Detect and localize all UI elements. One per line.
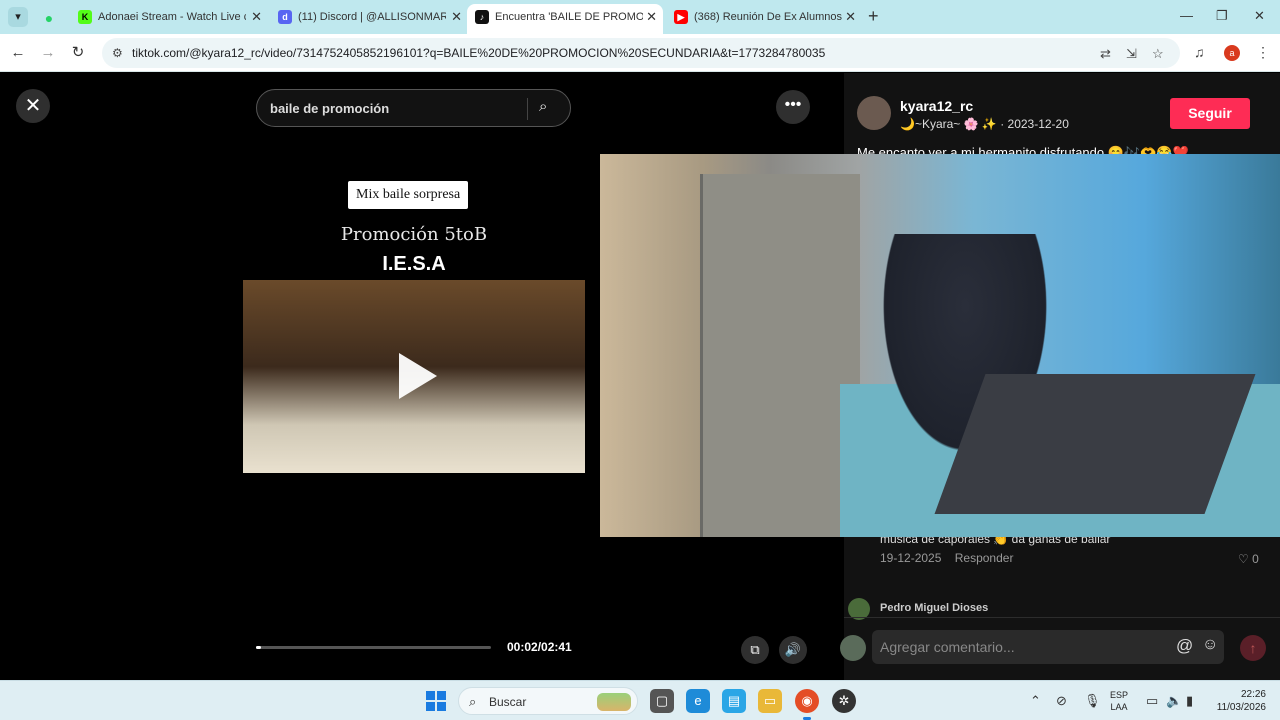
author-nickname: 🌙~Kyara~ 🌸 ✨ · 2023-12-20 bbox=[900, 117, 1069, 131]
taskbar-search[interactable]: ⌕ Buscar bbox=[458, 687, 638, 715]
my-avatar bbox=[840, 635, 866, 661]
tab-label: (368) Reunión De Ex Alumnos - bbox=[694, 11, 842, 23]
taskbar: ⌕ Buscar ▢ e ▤ ▭ ◉ ✲ ⌃ ⊘ 🎙 ESP LAA ▭ 🔈 ▮… bbox=[0, 680, 1280, 720]
picture-in-picture-video[interactable] bbox=[600, 154, 1280, 537]
tab-search-button[interactable]: ▾ bbox=[8, 7, 28, 27]
site-info-icon[interactable]: ⚙ bbox=[112, 46, 123, 60]
search-icon[interactable]: ⌕ bbox=[539, 98, 547, 115]
reply-button[interactable]: Responder bbox=[955, 551, 1014, 565]
tab-label: Adonaei Stream - Watch Live c bbox=[98, 11, 246, 23]
task-view-icon[interactable]: ▢ bbox=[650, 689, 674, 713]
comment-like[interactable]: ♡ 0 bbox=[1238, 552, 1259, 566]
tiktok-icon: ♪ bbox=[475, 10, 489, 24]
video-time: 00:02/02:41 bbox=[507, 640, 572, 654]
search-query: baile de promoción bbox=[270, 101, 390, 116]
video-promo-text: Promoción 5toB bbox=[340, 224, 488, 245]
tab-label: (11) Discord | @ALLISONMARIA bbox=[298, 11, 446, 23]
tab-discord[interactable]: d (11) Discord | @ALLISONMARIA ✕ bbox=[270, 4, 468, 30]
system-clock[interactable]: 22:26 11/03/2026 bbox=[1210, 688, 1266, 714]
tab-kick[interactable]: K Adonaei Stream - Watch Live c ✕ bbox=[70, 4, 268, 30]
edge-icon[interactable]: e bbox=[686, 689, 710, 713]
tab-youtube[interactable]: ▶ (368) Reunión De Ex Alumnos - ✕ bbox=[666, 4, 862, 30]
author-name[interactable]: kyara12_rc bbox=[900, 98, 973, 114]
window-close-icon[interactable]: ✕ bbox=[1254, 8, 1265, 24]
app-icon[interactable]: ✲ bbox=[832, 689, 856, 713]
video-content bbox=[700, 174, 860, 537]
close-tab-icon[interactable]: ✕ bbox=[251, 4, 262, 30]
emoji-icon[interactable]: ☺ bbox=[1202, 636, 1218, 654]
volume-icon[interactable]: 🔊 bbox=[779, 636, 807, 664]
close-tab-icon[interactable]: ✕ bbox=[451, 4, 462, 30]
whatsapp-icon[interactable]: ● bbox=[40, 9, 58, 27]
mention-icon[interactable]: @ bbox=[1176, 636, 1193, 656]
kick-icon: K bbox=[78, 10, 92, 24]
divider bbox=[844, 617, 1280, 618]
keyboard-layout: LAA bbox=[1110, 702, 1128, 712]
chrome-icon[interactable]: ◉ bbox=[795, 689, 819, 720]
url-text: tiktok.com/@kyara12_rc/video/73147524058… bbox=[132, 46, 826, 60]
discord-icon: d bbox=[278, 10, 292, 24]
store-icon[interactable]: ▤ bbox=[722, 689, 746, 713]
video-school-text: I.E.S.A bbox=[382, 253, 446, 275]
video-sticker-text: Mix baile sorpresa bbox=[348, 181, 469, 209]
comment-input[interactable]: Agregar comentario... @ ☺ bbox=[872, 630, 1224, 664]
comment-placeholder: Agregar comentario... bbox=[880, 639, 1015, 655]
floating-player-icon[interactable]: ⧉ bbox=[741, 636, 769, 664]
reload-icon[interactable]: ↻ bbox=[68, 43, 88, 63]
like-count: 0 bbox=[1252, 552, 1259, 566]
commenter-name[interactable]: Pedro Miguel Dioses bbox=[880, 602, 988, 614]
search-icon: ⌕ bbox=[469, 694, 477, 709]
tab-label: Encuentra 'BAILE DE PROMOCI bbox=[495, 11, 643, 23]
play-icon[interactable] bbox=[399, 353, 437, 399]
search-divider bbox=[527, 98, 528, 120]
network-off-icon[interactable]: ⊘ bbox=[1056, 693, 1067, 709]
microphone-icon[interactable]: 🎙 bbox=[1084, 693, 1101, 709]
video-frame bbox=[243, 280, 585, 473]
url-field[interactable]: ⚙ tiktok.com/@kyara12_rc/video/731475240… bbox=[102, 38, 1180, 68]
search-highlight-image bbox=[597, 693, 631, 711]
display-icon[interactable]: ▭ bbox=[1146, 693, 1158, 709]
restore-icon[interactable]: ❐ bbox=[1216, 8, 1228, 24]
youtube-icon: ▶ bbox=[674, 10, 688, 24]
video-progress-bar[interactable] bbox=[256, 646, 491, 649]
video-player[interactable]: baile de promoción ⌕ Mix baile sorpresa … bbox=[243, 73, 585, 680]
install-icon[interactable]: ⇲ bbox=[1126, 46, 1137, 62]
media-control-icon[interactable]: ♫ bbox=[1194, 44, 1205, 60]
forward-icon[interactable]: → bbox=[38, 43, 58, 63]
browser-tab-bar: ▾ ● K Adonaei Stream - Watch Live c ✕ d … bbox=[0, 0, 1280, 34]
follow-button[interactable]: Seguir bbox=[1170, 98, 1250, 129]
close-tab-icon[interactable]: ✕ bbox=[646, 4, 657, 30]
windows-start-icon[interactable] bbox=[426, 691, 446, 711]
file-explorer-icon[interactable]: ▭ bbox=[758, 689, 782, 713]
comment-meta: 19-12-2025 Responder bbox=[880, 551, 1013, 565]
kebab-menu-icon[interactable]: ⋮ bbox=[1256, 44, 1270, 61]
taskbar-search-label: Buscar bbox=[489, 695, 527, 709]
video-content bbox=[934, 374, 1256, 514]
close-tab-icon[interactable]: ✕ bbox=[845, 4, 856, 30]
more-options-button[interactable]: ••• bbox=[776, 90, 810, 124]
address-bar: ← → ↻ ⚙ tiktok.com/@kyara12_rc/video/731… bbox=[0, 34, 1280, 72]
language-indicator[interactable]: ESP LAA bbox=[1110, 689, 1128, 713]
author-avatar[interactable] bbox=[857, 96, 891, 130]
profile-avatar[interactable]: a bbox=[1224, 45, 1240, 61]
new-tab-button[interactable]: + bbox=[868, 6, 879, 27]
language-code: ESP bbox=[1110, 690, 1129, 700]
show-hidden-icons[interactable]: ⌃ bbox=[1030, 693, 1041, 709]
heart-icon: ♡ bbox=[1238, 552, 1249, 566]
battery-icon[interactable]: ▮ bbox=[1186, 693, 1193, 709]
clock-time: 22:26 bbox=[1240, 689, 1266, 700]
comment-date: 19-12-2025 bbox=[880, 551, 942, 565]
speaker-icon[interactable]: 🔈 bbox=[1166, 693, 1182, 709]
tab-tiktok[interactable]: ♪ Encuentra 'BAILE DE PROMOCI ✕ bbox=[467, 4, 663, 34]
progress-fill bbox=[256, 646, 261, 649]
clock-date: 11/03/2026 bbox=[1216, 702, 1266, 713]
minimize-icon[interactable]: — bbox=[1180, 8, 1193, 23]
bookmark-star-icon[interactable]: ☆ bbox=[1152, 46, 1164, 62]
back-icon[interactable]: ← bbox=[8, 43, 28, 63]
translate-icon[interactable]: ⇄ bbox=[1100, 46, 1111, 62]
close-video-button[interactable]: ✕ bbox=[16, 89, 50, 123]
search-input[interactable]: baile de promoción ⌕ bbox=[256, 89, 571, 127]
send-comment-icon[interactable]: ↑ bbox=[1240, 635, 1266, 661]
